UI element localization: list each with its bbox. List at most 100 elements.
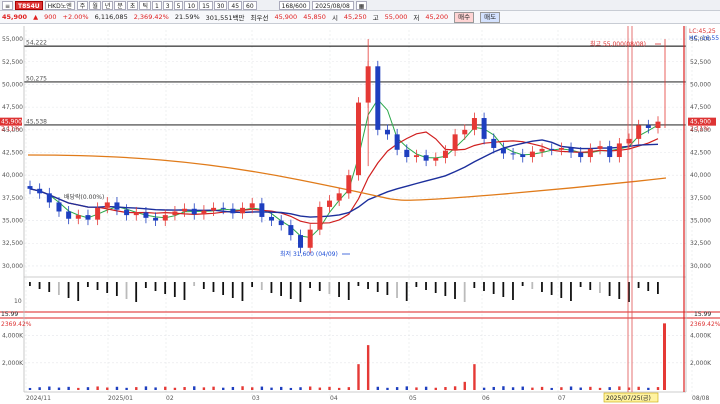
candle-body: [143, 212, 149, 218]
sub-bar: [183, 282, 186, 300]
price-tick-left: 37,500: [2, 195, 23, 202]
candle-body: [520, 154, 526, 158]
sub-bar: [309, 282, 311, 288]
sub-bar: [357, 282, 360, 286]
volume-bar: [164, 386, 167, 390]
dividend-annotation: 배당락(0.00%): [64, 193, 104, 201]
sub-bar: [135, 282, 138, 302]
sub-value-right: 15.99: [694, 311, 711, 318]
sub-bar: [260, 282, 263, 290]
candle-body: [66, 211, 72, 219]
candle-body: [153, 217, 159, 221]
sub-bar: [608, 282, 611, 296]
volume-bar: [405, 386, 408, 390]
volume-bar: [125, 387, 128, 390]
sub-bar: [637, 282, 640, 288]
date-label: 07: [558, 395, 566, 402]
volume-bar: [511, 387, 515, 390]
current-price-left: 45,900: [1, 119, 22, 126]
volume-tick-right: 4,000K: [690, 333, 712, 340]
sub-bar: [425, 282, 427, 290]
vol-pct-right: 2369.42%: [690, 321, 720, 328]
candle-body: [558, 147, 564, 150]
sub-tick: 10: [14, 298, 22, 305]
reference-line-label: 45,538: [26, 118, 47, 125]
volume-bar: [28, 387, 32, 390]
volume-tick-left: 4,000K: [2, 333, 24, 340]
candle-body: [587, 148, 593, 158]
low-annotation: 최저 31,600 (04/09): [280, 250, 338, 258]
candle-body: [249, 203, 255, 208]
sub-bar: [589, 282, 592, 290]
sub-bar: [222, 282, 225, 295]
candle-body: [172, 211, 178, 216]
sub-bar: [289, 282, 292, 299]
volume-bar: [376, 386, 380, 390]
sub-bar: [657, 282, 659, 294]
price-tick-left: 52,500: [2, 59, 23, 66]
volume-bar: [48, 386, 51, 390]
sub-bar: [367, 282, 369, 289]
candle-body: [114, 202, 120, 210]
volume-bar: [502, 386, 505, 390]
price-tick-left: 50,000: [2, 81, 23, 88]
volume-bar: [434, 387, 437, 390]
volume-bar: [96, 386, 99, 390]
candle-body: [269, 216, 275, 221]
sub-bar: [647, 282, 650, 291]
volume-bar: [395, 387, 399, 390]
candle-body: [211, 207, 217, 211]
price-tick-right: 47,500: [690, 104, 711, 111]
price-tick-right: 40,000: [690, 172, 711, 179]
sub-bar: [106, 282, 109, 293]
sub-bar: [86, 282, 89, 287]
sub-bar: [599, 282, 601, 293]
price-tick-left: 40,000: [2, 172, 23, 179]
volume-bar: [183, 387, 186, 390]
date-label: 2025/01: [108, 395, 133, 402]
sub-bar: [338, 282, 340, 297]
volume-bar: [656, 387, 660, 390]
candle-body: [568, 147, 574, 153]
reference-line-label: 50,275: [26, 75, 47, 82]
sub-bar: [396, 282, 398, 298]
sub-bar: [531, 282, 534, 289]
volume-bar: [173, 387, 177, 390]
lc-label: LC:45,25: [689, 28, 716, 35]
volume-bar: [202, 387, 206, 390]
volume-bar: [67, 386, 70, 390]
hc-label: HC:-16.55: [689, 35, 719, 42]
candle-body: [133, 212, 139, 216]
sub-bar: [57, 282, 60, 295]
sub-bar: [550, 282, 553, 295]
sub-bar: [473, 282, 476, 288]
candle-body: [500, 147, 506, 154]
vol-pct-left: 2369.42%: [1, 321, 32, 328]
sub-bar: [212, 282, 215, 292]
sub-bar: [502, 282, 505, 297]
candle-body: [240, 207, 246, 214]
volume-bar: [366, 345, 370, 390]
current-pct-left: 2.11%: [1, 126, 20, 133]
price-tick-left: 30,000: [2, 263, 23, 270]
sub-bar: [492, 282, 495, 294]
volume-bar: [193, 386, 196, 390]
candle-body: [37, 188, 43, 194]
sub-bar: [154, 282, 157, 291]
candle-body: [124, 209, 130, 216]
stock-chart[interactable]: 54,22250,27545,538 55,000 55,00052,500 52,…: [0, 0, 720, 404]
sub-bar: [618, 282, 621, 299]
price-tick-right: 50,000: [690, 81, 711, 88]
volume-bar: [521, 386, 524, 390]
candle-body: [433, 157, 439, 161]
volume-bar: [663, 323, 666, 390]
sub-bar: [144, 282, 147, 288]
sub-bar: [115, 282, 118, 296]
volume-bar: [308, 386, 312, 390]
sub-bar: [405, 282, 408, 301]
candle-body: [413, 155, 419, 158]
volume-bar: [637, 386, 640, 390]
sub-bar: [376, 282, 379, 292]
sub-bar: [38, 282, 41, 289]
date-label: 03: [252, 395, 260, 402]
